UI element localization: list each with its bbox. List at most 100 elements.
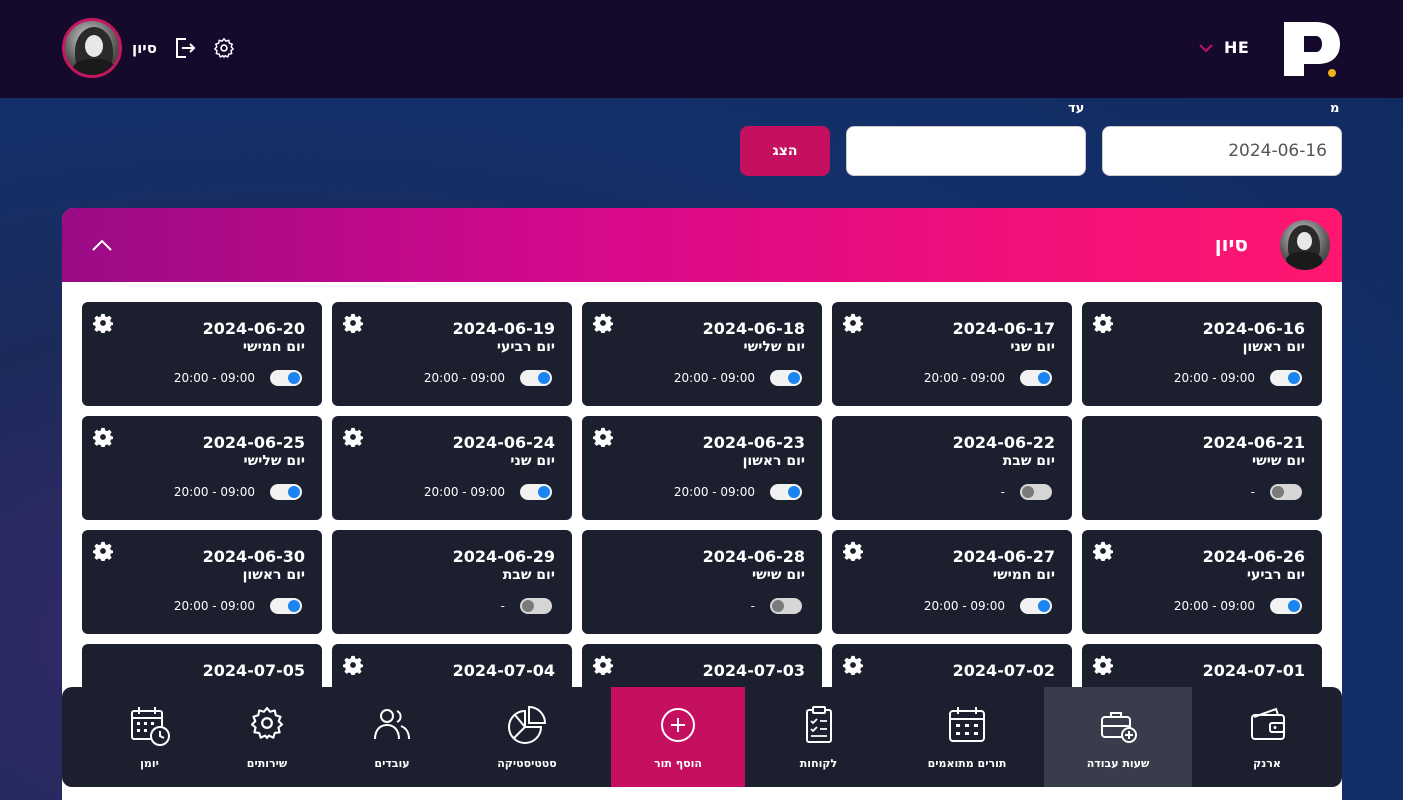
day-date: 2024-06-28: [702, 547, 805, 566]
day-toggle[interactable]: [1270, 370, 1302, 386]
nav-work-hours-label: שעות עבודה: [1086, 757, 1150, 770]
gear-icon[interactable]: [93, 541, 113, 561]
calendar-icon: [949, 707, 985, 742]
gear-icon[interactable]: [593, 313, 613, 333]
day-hours: 20:00 - 09:00: [673, 485, 755, 499]
panel-header[interactable]: סיון: [62, 208, 1342, 282]
day-hours: -: [750, 599, 755, 613]
gear-icon[interactable]: [1093, 313, 1113, 333]
nav-add-appointment[interactable]: הוסף תור: [611, 687, 745, 787]
day-toggle[interactable]: [520, 598, 552, 614]
nav-services[interactable]: שירותים: [197, 687, 337, 787]
day-toggle[interactable]: [270, 370, 302, 386]
clipboard-icon: [806, 706, 832, 743]
gear-icon[interactable]: [1093, 541, 1113, 561]
day-hours: 20:00 - 09:00: [173, 485, 255, 499]
wallet-icon: [1251, 707, 1285, 740]
day-toggle[interactable]: [770, 370, 802, 386]
day-toggle[interactable]: [520, 484, 552, 500]
gear-icon[interactable]: [843, 313, 863, 333]
language-selector[interactable]: HE: [1198, 38, 1249, 57]
day-hours: 20:00 - 09:00: [1173, 599, 1255, 613]
employee-avatar: [1280, 220, 1330, 270]
gear-icon[interactable]: [343, 313, 363, 333]
day-date: 2024-06-21: [1202, 433, 1305, 452]
settings-icon[interactable]: [213, 37, 235, 59]
nav-booked-appointments-label: תורים מתואמים: [927, 757, 1007, 770]
day-hours: -: [1000, 485, 1005, 499]
nav-customers[interactable]: לקוחות: [745, 687, 892, 787]
day-hours: 20:00 - 09:00: [423, 371, 505, 385]
day-date: 2024-06-22: [952, 433, 1055, 452]
day-name: יום חמישי: [992, 567, 1055, 583]
nav-booked-appointments[interactable]: תורים מתואמים: [892, 687, 1042, 787]
nav-statistics[interactable]: סטטיסטיקה: [457, 687, 597, 787]
chevron-up-icon[interactable]: [90, 234, 114, 258]
day-card: 2024-06-22 יום שבת -: [832, 416, 1072, 520]
gear-icon[interactable]: [843, 655, 863, 675]
day-date: 2024-06-24: [452, 433, 555, 452]
nav-employees[interactable]: עובדים: [322, 687, 462, 787]
show-button[interactable]: הצג: [740, 126, 830, 176]
day-date: 2024-06-16: [1202, 319, 1305, 338]
gear-icon[interactable]: [93, 313, 113, 333]
day-toggle[interactable]: [270, 484, 302, 500]
day-toggle[interactable]: [1020, 598, 1052, 614]
nav-work-hours[interactable]: שעות עבודה: [1044, 687, 1192, 787]
gear-icon[interactable]: [1093, 655, 1113, 675]
from-label: מ: [1330, 101, 1340, 116]
user-name: סיון: [132, 39, 157, 57]
day-toggle[interactable]: [1270, 598, 1302, 614]
day-date: 2024-07-05: [202, 661, 305, 680]
day-date: 2024-06-25: [202, 433, 305, 452]
day-toggle[interactable]: [1020, 484, 1052, 500]
day-date: 2024-07-03: [702, 661, 805, 680]
gear-icon[interactable]: [93, 427, 113, 447]
day-card: 2024-06-20 יום חמישי 20:00 - 09:00: [82, 302, 322, 406]
day-card: 2024-06-18 יום שלישי 20:00 - 09:00: [582, 302, 822, 406]
gear-icon: [250, 706, 284, 740]
gear-icon[interactable]: [343, 427, 363, 447]
day-hours: 20:00 - 09:00: [673, 371, 755, 385]
day-card: 2024-06-24 יום שני 20:00 - 09:00: [332, 416, 572, 520]
briefcase-clock-icon: [1101, 712, 1137, 743]
top-header: HE סיון: [0, 0, 1403, 98]
day-date: 2024-06-26: [1202, 547, 1305, 566]
day-date: 2024-07-01: [1202, 661, 1305, 680]
nav-statistics-label: סטטיסטיקה: [497, 757, 557, 770]
from-date-input[interactable]: [1102, 126, 1342, 176]
day-date: 2024-07-04: [452, 661, 555, 680]
plus-circle-icon: [661, 708, 695, 742]
day-toggle[interactable]: [520, 370, 552, 386]
chevron-down-icon: [1199, 43, 1213, 52]
day-card: 2024-06-23 יום ראשון 20:00 - 09:00: [582, 416, 822, 520]
gear-icon[interactable]: [593, 655, 613, 675]
nav-wallet[interactable]: ארנק: [1192, 687, 1342, 787]
pie-chart-icon: [508, 705, 547, 744]
day-toggle[interactable]: [770, 598, 802, 614]
day-date: 2024-06-27: [952, 547, 1055, 566]
to-date-input[interactable]: [846, 126, 1086, 176]
day-hours: 20:00 - 09:00: [923, 371, 1005, 385]
day-toggle[interactable]: [770, 484, 802, 500]
nav-calendar[interactable]: יומן: [82, 687, 217, 787]
gear-icon[interactable]: [593, 427, 613, 447]
gear-icon[interactable]: [343, 655, 363, 675]
day-card: 2024-06-26 יום רביעי 20:00 - 09:00: [1082, 530, 1322, 634]
day-date: 2024-06-19: [452, 319, 555, 338]
day-name: יום רביעי: [1246, 567, 1305, 583]
day-grid: 2024-06-16 יום ראשון 20:00 - 09:00 2024-06-…: [82, 302, 1322, 748]
day-toggle[interactable]: [1270, 484, 1302, 500]
user-avatar[interactable]: [62, 18, 122, 78]
gear-icon[interactable]: [843, 541, 863, 561]
day-hours: -: [1250, 485, 1255, 499]
employee-name: סיון: [1214, 232, 1248, 256]
nav-calendar-label: יומן: [140, 757, 159, 770]
day-toggle[interactable]: [1020, 370, 1052, 386]
app-logo[interactable]: [1282, 18, 1342, 78]
logout-icon[interactable]: [174, 37, 196, 59]
day-card: 2024-06-17 יום שני 20:00 - 09:00: [832, 302, 1072, 406]
day-toggle[interactable]: [270, 598, 302, 614]
day-name: יום שלישי: [243, 453, 306, 469]
bottom-navigation: ארנק שעות עבודה תורים מתואמים לקוחות הוס…: [62, 687, 1342, 787]
